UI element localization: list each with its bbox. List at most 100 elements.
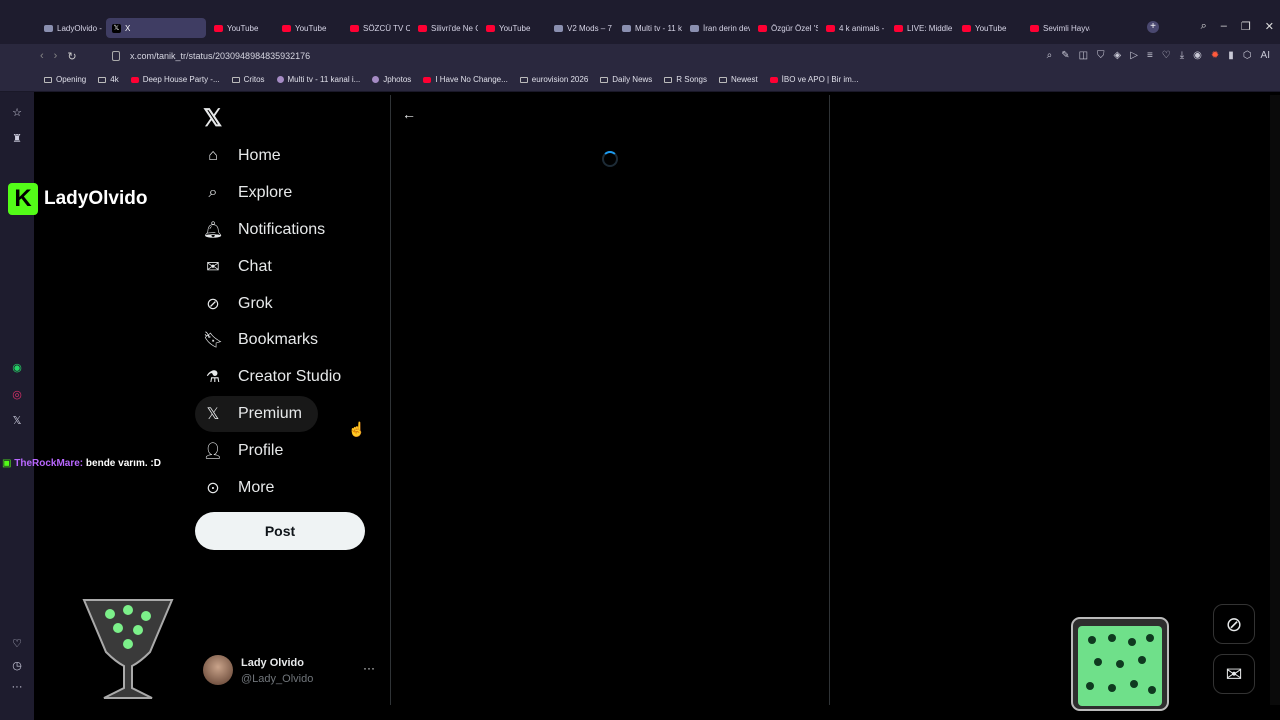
bookmark-label: I Have No Change... [435,75,508,84]
tab-14[interactable]: Sevimli Hayva [1024,18,1090,38]
tab-bar: LadyOlvido - I 𝕏 X YouTube YouTube SÖZCÜ TV C… [0,0,1280,44]
nav-item-creator-studio[interactable]: ⚗ Creator Studio [195,359,375,396]
bookmark-item[interactable]: Jphotos [372,75,411,84]
tab-12[interactable]: LIVE: Middle E [888,18,954,38]
edit-icon[interactable]: ✎ [1061,50,1069,61]
restore-icon[interactable]: ❐ [1241,20,1251,33]
folder-icon [600,76,609,83]
x-sidebar-icon[interactable]: 𝕏 [10,414,24,428]
heart-icon[interactable]: ♡ [10,637,24,651]
scrollbar[interactable] [1270,95,1280,705]
chat-badge-icon: ▣ [2,458,12,469]
messages-fab-button[interactable]: ✉ [1213,654,1255,694]
tab-8[interactable]: Multi tv - 11 k [616,18,682,38]
bookmark-item[interactable]: Deep House Party -... [130,75,220,84]
bookmark-item[interactable]: Newest [718,75,758,84]
tab-10[interactable]: Özgür Özel 'S [752,18,818,38]
youtube-icon [282,24,291,32]
tab-1[interactable]: 𝕏X [106,18,206,38]
url-field[interactable]: x.com/tanik_tr/status/203094898483593217… [130,51,310,61]
tab-label: X [125,23,131,33]
account-handle: @Lady_Olvido [241,673,314,685]
tab-2[interactable]: YouTube [208,18,274,38]
favorites-icon[interactable]: ♡ [1162,50,1171,61]
snapshot-icon[interactable]: ◫ [1079,50,1088,61]
zoom-icon[interactable]: ⌕ [1047,50,1053,61]
account-more-icon[interactable]: ··· [363,661,375,675]
bookmark-item[interactable]: İBO ve APO | Bir im... [769,75,858,84]
back-icon[interactable]: ‹ [40,50,44,63]
instagram-icon[interactable]: ◎ [10,388,24,402]
x-logo[interactable]: 𝕏 [203,104,222,133]
bookmark-item[interactable]: eurovision 2026 [519,75,588,84]
avatar [203,655,233,685]
nav-item-home[interactable]: ⌂ Home [195,138,375,175]
play-icon[interactable]: ▷ [1130,50,1138,61]
person-icon: 👤︎ [202,442,224,460]
nav-item-premium[interactable]: 𝕏 Premium [195,395,318,433]
bookmark-label: Deep House Party -... [142,75,220,84]
battery-icon[interactable]: ▮ [1228,50,1234,61]
nav-item-chat[interactable]: ✉ Chat [195,248,375,285]
forward-icon[interactable]: › [54,50,58,63]
nav-item-explore[interactable]: ⌕ Explore [195,175,375,212]
bookmarks-list: Opening 4k Deep House Party -... Critos Mult… [44,75,858,84]
close-icon[interactable]: ✕ [1265,20,1274,33]
tab-4[interactable]: SÖZCÜ TV Ca [344,18,410,38]
page-icon [372,76,380,83]
history-icon[interactable]: ◷ [10,659,24,673]
x-icon: 𝕏 [112,23,121,33]
minimize-icon[interactable]: – [1221,20,1227,33]
bookmark-icon: 🔖︎ [202,332,224,350]
tab-5[interactable]: Silivri'de Ne C [412,18,478,38]
nav-label: Premium [238,404,303,422]
mail-icon: ✉ [206,258,220,276]
cube-icon[interactable]: ⬡ [1243,50,1252,61]
nav-item-notifications[interactable]: 🔔︎ Notifications [195,212,375,249]
nav-item-bookmarks[interactable]: 🔖︎ Bookmarks [195,322,375,359]
tab-7[interactable]: V2 Mods – 7 I [548,18,614,38]
nav-label: Home [238,147,281,165]
nav-item-grok[interactable]: ⊘ Grok [195,285,375,322]
lock-icon[interactable] [112,51,120,61]
vpn-icon[interactable]: ◈ [1114,50,1122,61]
bookmark-item[interactable]: R Songs [664,75,707,84]
new-tab-button[interactable]: + [1147,21,1159,33]
back-arrow-icon[interactable]: ← [402,106,416,122]
tab-6[interactable]: YouTube [480,18,546,38]
folder-icon [519,76,528,83]
whatsapp-icon[interactable]: ◉ [10,361,24,375]
nav-item-more[interactable]: ⊙ More [195,469,375,506]
bookmark-item[interactable]: 4k [98,75,119,84]
post-button[interactable]: Post [195,512,365,550]
bookmark-item[interactable]: I Have No Change... [423,75,508,84]
profile-icon[interactable]: ◉ [1193,50,1202,61]
aria-ai-button[interactable]: AI [1261,50,1270,61]
more-dots-icon[interactable]: ··· [10,680,24,694]
youtube-icon [758,24,767,32]
star-icon[interactable]: ☆ [10,106,24,120]
download-icon[interactable]: ⤓ [1180,50,1184,61]
bookmark-item[interactable]: Multi tv - 11 kanal i... [276,75,360,84]
mail-icon: ✉ [1225,663,1243,686]
extensions-icon[interactable]: ♜ [10,132,24,146]
tab-0[interactable]: LadyOlvido - I [38,18,104,38]
nav-label: Notifications [238,220,326,238]
extension-icon[interactable]: ✹ [1211,50,1219,61]
search-tabs-icon[interactable]: ⌕ [1201,20,1207,33]
tab-13[interactable]: YouTube [956,18,1022,38]
tab-11[interactable]: 4 k animals - [820,18,886,38]
account-switcher[interactable]: Lady Olvido @Lady_Olvido ··· [203,655,383,689]
grok-fab-button[interactable]: ⊘ [1213,604,1255,644]
goblet-jar-icon [82,599,174,699]
home-icon: ⌂ [208,147,218,165]
bookmark-item[interactable]: Opening [44,75,86,84]
bookmark-item[interactable]: Daily News [600,75,652,84]
tab-label: V2 Mods – 7 I [567,23,614,33]
tab-3[interactable]: YouTube [276,18,342,38]
tab-9[interactable]: İran derin dev [684,18,750,38]
bookmark-item[interactable]: Critos [231,75,265,84]
shield-icon[interactable]: ⛉ [1097,50,1105,61]
menu-icon[interactable]: ≡ [1147,50,1153,61]
reload-icon[interactable]: ↻ [67,50,76,63]
